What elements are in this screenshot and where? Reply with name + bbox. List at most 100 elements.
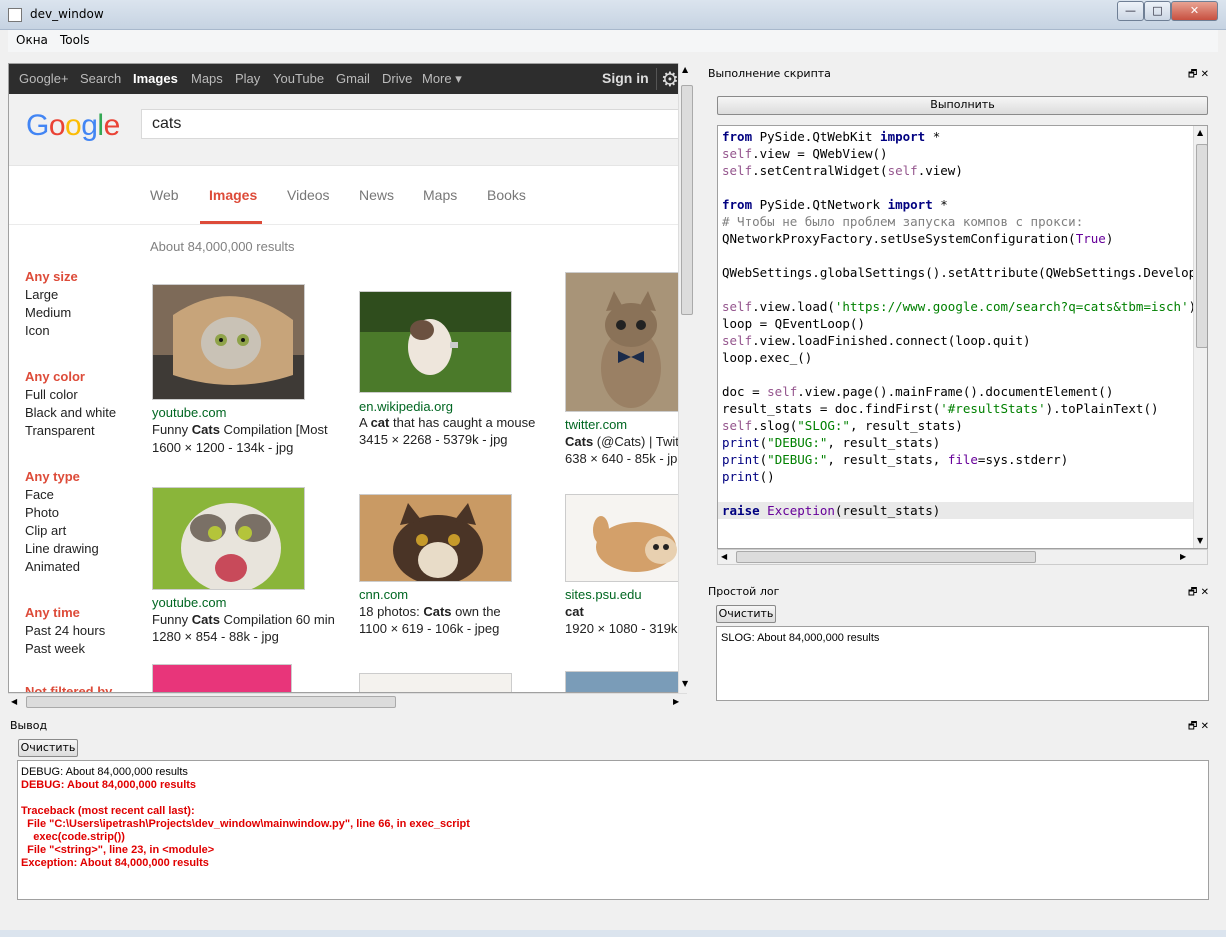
scroll-thumb[interactable]: [736, 551, 1036, 563]
dock-float-icon[interactable]: 🗗 ✕: [1188, 585, 1209, 602]
filter-item[interactable]: Past week: [25, 641, 85, 656]
output-line: DEBUG: About 84,000,000 results: [21, 766, 188, 778]
filter-size-title[interactable]: Any size: [25, 269, 78, 284]
result-thumbnail[interactable]: [359, 291, 512, 393]
filter-item[interactable]: Animated: [25, 559, 80, 574]
menu-windows[interactable]: Окна: [16, 33, 48, 47]
menu-tools[interactable]: Tools: [60, 33, 90, 47]
tab-books[interactable]: Books: [487, 187, 526, 203]
gbar-link-play[interactable]: Play: [235, 71, 260, 86]
title-bold: Cats: [191, 422, 220, 437]
filter-item[interactable]: Face: [25, 487, 54, 502]
title-post: that has caught a mouse: [389, 415, 536, 430]
web-vertical-scrollbar[interactable]: ▲ ▼: [678, 63, 694, 693]
result-title[interactable]: 18 photos: Cats own the: [359, 604, 501, 619]
code-line: from PySide.QtWebKit import *: [722, 129, 941, 144]
web-view[interactable]: Google+ Search Images Maps Play YouTube …: [8, 63, 687, 693]
gbar-link-more[interactable]: More ▾: [422, 71, 462, 87]
scroll-thumb[interactable]: [1196, 144, 1207, 348]
scroll-thumb[interactable]: [681, 85, 693, 315]
search-input[interactable]: cats: [141, 109, 686, 139]
result-thumbnail[interactable]: [152, 664, 292, 692]
scroll-right-arrow[interactable]: ▶: [1180, 552, 1186, 561]
dock-float-icon[interactable]: 🗗 ✕: [1188, 719, 1209, 736]
tab-maps[interactable]: Maps: [423, 187, 457, 203]
output-console[interactable]: DEBUG: About 84,000,000 results DEBUG: A…: [17, 760, 1209, 900]
result-thumbnail[interactable]: [565, 272, 686, 412]
scroll-up-arrow[interactable]: ▲: [1197, 128, 1203, 137]
scroll-down-arrow[interactable]: ▼: [682, 679, 688, 688]
title-bar: dev_window — □ ✕: [0, 0, 1226, 30]
close-button[interactable]: ✕: [1171, 1, 1218, 21]
tab-news[interactable]: News: [359, 187, 394, 203]
code-editor[interactable]: from PySide.QtWebKit import * self.view …: [717, 125, 1208, 549]
result-title[interactable]: Cats (@Cats) | Twitter: [565, 434, 686, 449]
dock-float-icon[interactable]: 🗗 ✕: [1188, 67, 1209, 84]
sign-in-button[interactable]: Sign in: [602, 70, 649, 86]
filter-item[interactable]: Line drawing: [25, 541, 99, 556]
filter-item[interactable]: Transparent: [25, 423, 95, 438]
tab-images[interactable]: Images: [209, 187, 257, 203]
scroll-thumb[interactable]: [26, 696, 396, 708]
result-thumbnail[interactable]: [359, 494, 512, 582]
result-thumbnail[interactable]: [359, 673, 512, 692]
filter-color-title[interactable]: Any color: [25, 369, 85, 384]
filter-item[interactable]: Black and white: [25, 405, 116, 420]
clear-output-button[interactable]: Очистить: [18, 739, 78, 757]
clear-log-button[interactable]: Очистить: [716, 605, 776, 623]
result-title[interactable]: A cat that has caught a mouse: [359, 415, 535, 430]
maximize-button[interactable]: □: [1144, 1, 1171, 21]
result-site[interactable]: youtube.com: [152, 405, 226, 420]
web-horizontal-scrollbar[interactable]: ◀ ▶: [8, 693, 687, 710]
code-horizontal-scrollbar[interactable]: ◀ ▶: [717, 549, 1208, 565]
result-title[interactable]: Funny Cats Compilation [Most: [152, 422, 328, 437]
result-meta: 1100 × 619 - 106k - jpeg: [359, 621, 500, 636]
filter-time-title[interactable]: Any time: [25, 605, 80, 620]
filter-item[interactable]: Clip art: [25, 523, 66, 538]
filter-type-title[interactable]: Any type: [25, 469, 80, 484]
result-site[interactable]: en.wikipedia.org: [359, 399, 453, 414]
minimize-button[interactable]: —: [1117, 1, 1144, 21]
code-vertical-scrollbar[interactable]: ▲ ▼: [1193, 126, 1207, 548]
title-bold: Cats: [423, 604, 452, 619]
gbar-link-maps[interactable]: Maps: [191, 71, 223, 86]
code-line: loop.exec_(): [722, 350, 813, 365]
result-thumbnail[interactable]: [565, 671, 686, 692]
filter-item[interactable]: Past 24 hours: [25, 623, 105, 638]
code-line: self.slog("SLOG:", result_stats): [722, 418, 963, 433]
result-site[interactable]: cnn.com: [359, 587, 408, 602]
tab-web[interactable]: Web: [150, 187, 179, 203]
google-logo[interactable]: Google: [26, 109, 120, 143]
result-thumbnail[interactable]: [152, 487, 305, 590]
gbar-link-youtube[interactable]: YouTube: [273, 71, 324, 86]
scroll-right-arrow[interactable]: ▶: [673, 697, 679, 706]
filter-item[interactable]: Medium: [25, 305, 71, 320]
result-site[interactable]: sites.psu.edu: [565, 587, 642, 602]
gbar-link-gmail[interactable]: Gmail: [336, 71, 370, 86]
code-line: QWebSettings.globalSettings().setAttribu…: [722, 265, 1207, 280]
result-title[interactable]: Funny Cats Compilation 60 min: [152, 612, 335, 627]
gbar-link-search[interactable]: Search: [80, 71, 121, 86]
filter-item[interactable]: Photo: [25, 505, 59, 520]
filter-item[interactable]: Full color: [25, 387, 78, 402]
gear-icon[interactable]: ⚙: [656, 68, 679, 90]
filter-more-title[interactable]: Not filtered by: [25, 684, 112, 692]
gbar-link-drive[interactable]: Drive: [382, 71, 412, 86]
scroll-down-arrow[interactable]: ▼: [1197, 536, 1203, 545]
scroll-up-arrow[interactable]: ▲: [682, 65, 688, 74]
scroll-left-arrow[interactable]: ◀: [11, 697, 17, 706]
title-bold: Cats: [191, 612, 220, 627]
filter-item[interactable]: Large: [25, 287, 58, 302]
result-thumbnail[interactable]: [565, 494, 686, 582]
gbar-link-googleplus[interactable]: Google+: [19, 71, 69, 86]
result-site[interactable]: youtube.com: [152, 595, 226, 610]
filter-item[interactable]: Icon: [25, 323, 50, 338]
scroll-left-arrow[interactable]: ◀: [721, 552, 727, 561]
gbar-link-images[interactable]: Images: [133, 71, 178, 86]
run-script-button[interactable]: Выполнить: [717, 96, 1208, 115]
result-site[interactable]: twitter.com: [565, 417, 627, 432]
tab-videos[interactable]: Videos: [287, 187, 330, 203]
result-thumbnail[interactable]: [152, 284, 305, 400]
result-title[interactable]: cat: [565, 604, 584, 619]
log-output[interactable]: SLOG: About 84,000,000 results: [716, 626, 1209, 701]
